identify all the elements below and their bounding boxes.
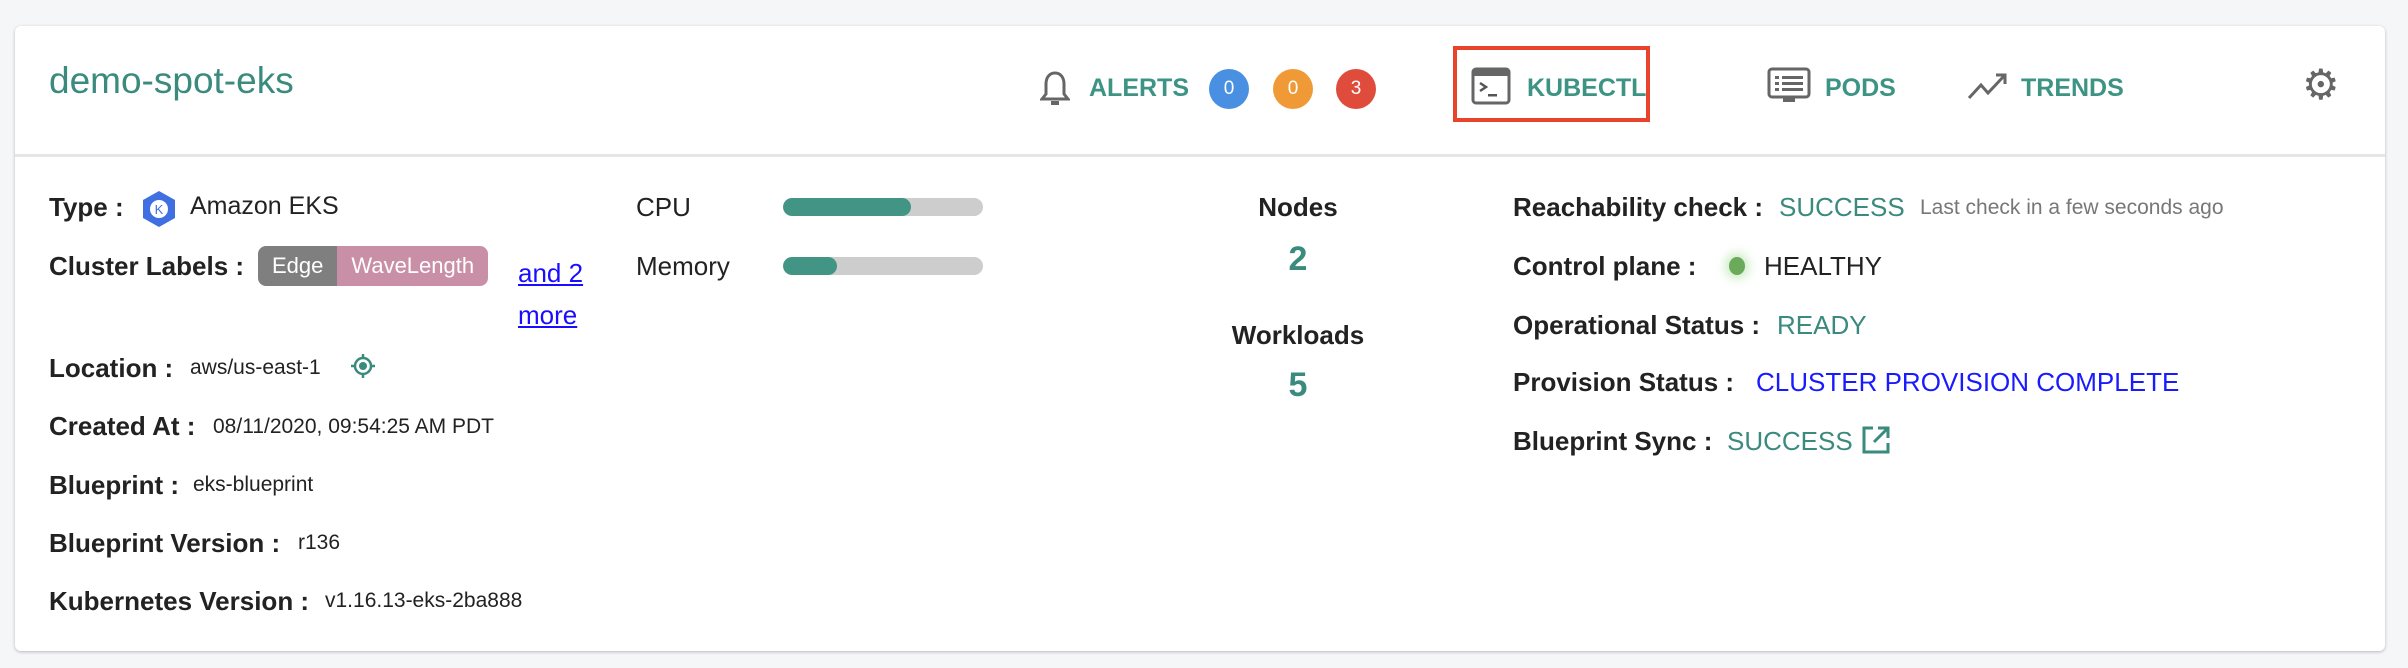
- memory-bar: [783, 257, 983, 275]
- nodes-count[interactable]: 2: [1198, 240, 1398, 279]
- more-labels-link[interactable]: and 2 more: [518, 252, 608, 336]
- cpu-label: CPU: [636, 192, 691, 222]
- memory-label: Memory: [636, 251, 730, 281]
- external-link-icon[interactable]: [1861, 425, 1891, 455]
- card-header: demo-spot-eks ALERTS 0 0 3 KUBECTL PODS …: [15, 26, 2385, 157]
- blueprint-label: Blueprint :: [49, 470, 179, 500]
- cluster-card: demo-spot-eks ALERTS 0 0 3 KUBECTL PODS …: [15, 26, 2385, 651]
- memory-bar-fill: [783, 257, 837, 275]
- svg-text:K: K: [155, 202, 164, 217]
- gear-icon[interactable]: ⚙: [2302, 64, 2340, 106]
- workloads-count[interactable]: 5: [1198, 366, 1398, 405]
- cpu-bar-fill: [783, 198, 911, 216]
- blueprint-sync-value: SUCCESS: [1727, 426, 1853, 456]
- location-target-icon[interactable]: [349, 352, 377, 380]
- operational-status-label: Operational Status :: [1513, 310, 1761, 340]
- control-plane-value: HEALTHY: [1764, 251, 1882, 281]
- tag-edge: Edge: [258, 246, 338, 286]
- created-at-value: 08/11/2020, 09:54:25 AM PDT: [213, 415, 494, 438]
- pods-link[interactable]: PODS: [1825, 74, 1896, 103]
- provision-status-label: Provision Status :: [1513, 367, 1735, 397]
- terminal-icon: [1471, 67, 1511, 105]
- alerts-link[interactable]: ALERTS: [1089, 74, 1189, 103]
- bell-icon: [1040, 71, 1070, 105]
- pods-icon: [1767, 67, 1811, 102]
- reachability-value: SUCCESS: [1779, 192, 1905, 222]
- nodes-label: Nodes: [1258, 192, 1338, 222]
- location-label: Location :: [49, 353, 174, 383]
- kubernetes-version-label: Kubernetes Version :: [49, 586, 310, 616]
- cluster-title[interactable]: demo-spot-eks: [49, 60, 294, 102]
- location-value: aws/us-east-1: [190, 356, 321, 379]
- provision-status-value: CLUSTER PROVISION COMPLETE: [1756, 367, 2180, 397]
- trends-link[interactable]: TRENDS: [2021, 74, 2124, 103]
- alert-badge-info[interactable]: 0: [1209, 69, 1249, 109]
- cpu-bar: [783, 198, 983, 216]
- cluster-labels-label: Cluster Labels :: [49, 251, 245, 281]
- blueprint-version-label: Blueprint Version :: [49, 528, 281, 558]
- kubernetes-version-value: v1.16.13-eks-2ba888: [325, 589, 523, 612]
- cluster-tags: Edge WaveLength: [258, 246, 489, 286]
- health-dot-icon: [1729, 257, 1745, 275]
- blueprint-value: eks-blueprint: [193, 473, 314, 496]
- kubectl-button[interactable]: KUBECTL: [1527, 74, 1646, 103]
- type-value: Amazon EKS: [190, 192, 339, 220]
- type-label: Type :: [49, 192, 124, 222]
- operational-status-value: READY: [1777, 310, 1867, 340]
- reachability-label: Reachability check :: [1513, 192, 1763, 222]
- tag-wavelength: WaveLength: [337, 246, 489, 286]
- control-plane-label: Control plane :: [1513, 251, 1697, 281]
- blueprint-version-value: r136: [298, 531, 341, 554]
- reachability-note: Last check in a few seconds ago: [1920, 196, 2224, 219]
- alert-badge-critical[interactable]: 3: [1336, 69, 1376, 109]
- created-at-label: Created At :: [49, 411, 196, 441]
- trends-icon: [1967, 73, 2007, 100]
- workloads-label: Workloads: [1231, 320, 1365, 350]
- alert-badge-warning[interactable]: 0: [1273, 69, 1313, 109]
- blueprint-sync-label: Blueprint Sync :: [1513, 426, 1713, 456]
- kubernetes-icon: K: [143, 191, 175, 227]
